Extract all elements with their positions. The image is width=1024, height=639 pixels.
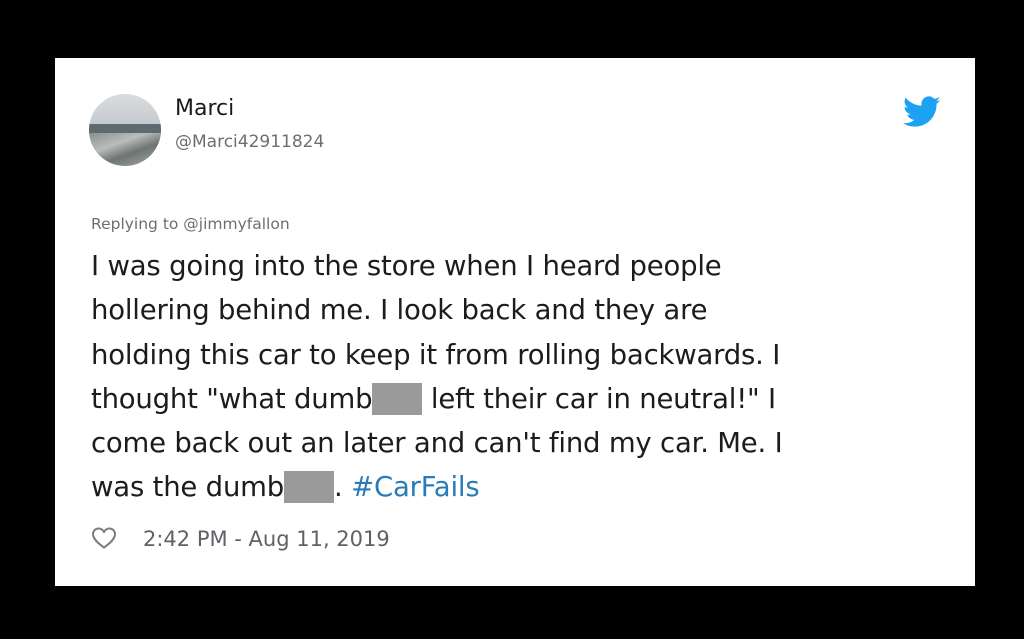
twitter-bird-icon[interactable] [903, 96, 941, 128]
heart-icon[interactable] [91, 526, 117, 550]
hashtag-link[interactable]: #CarFails [351, 471, 480, 503]
tweet-line: thought "what dumb left their car in neu… [91, 377, 951, 421]
user-handle[interactable]: @Marci42911824 [175, 132, 324, 152]
tweet-text-fragment: . [334, 471, 352, 504]
avatar-ground [89, 132, 161, 166]
tweet-card: Marci @Marci42911824 Replying to @jimmyf… [55, 58, 975, 586]
tweet-line: I was going into the store when I heard … [91, 250, 722, 282]
censor-block [284, 471, 335, 504]
avatar[interactable] [89, 94, 161, 166]
tweet-line: was the dumb. #CarFails [91, 465, 951, 509]
tweet-text-fragment: was the dumb [91, 471, 285, 504]
censor-block [372, 382, 423, 415]
tweet-text: I was going into the store when I heard … [91, 244, 951, 510]
display-name[interactable]: Marci [175, 96, 234, 122]
tweet-line: holding this car to keep it from rolling… [91, 338, 781, 371]
tweet-line: come back out an later and can't find my… [91, 427, 783, 460]
screenshot-frame: Marci @Marci42911824 Replying to @jimmyf… [0, 0, 1024, 639]
tweet-text-fragment: thought "what dumb [91, 382, 373, 415]
tweet-timestamp[interactable]: 2:42 PM - Aug 11, 2019 [143, 526, 390, 552]
replying-to-label[interactable]: Replying to @jimmyfallon [91, 214, 290, 234]
tweet-line: hollering behind me. I look back and the… [91, 294, 708, 327]
tweet-text-fragment: left their car in neutral!" I [422, 382, 776, 415]
